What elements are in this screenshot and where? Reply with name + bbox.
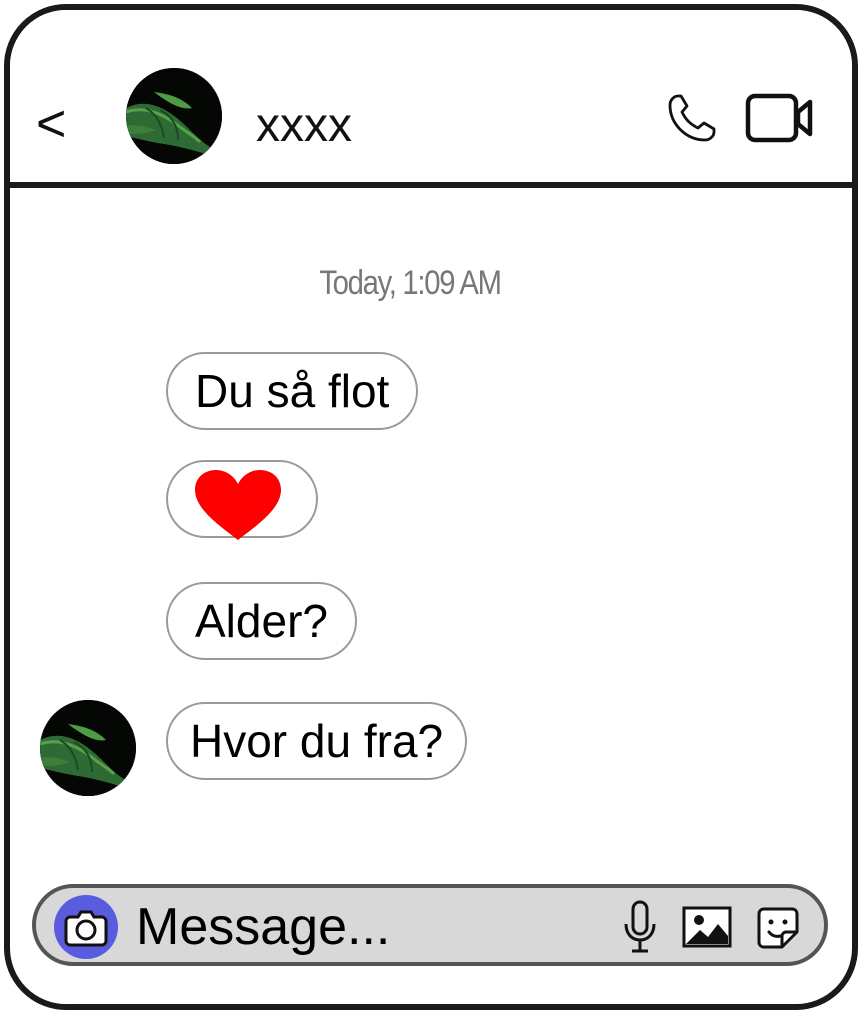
red-heart-icon — [195, 470, 281, 540]
sticker-icon[interactable] — [756, 906, 800, 950]
sender-avatar[interactable] — [40, 700, 136, 796]
microphone-icon[interactable] — [622, 900, 658, 954]
message-bubble[interactable]: Hvor du fra? — [166, 702, 468, 780]
back-button[interactable]: < — [36, 94, 66, 154]
message-timestamp: Today, 1:09 AM — [319, 264, 502, 302]
gallery-icon[interactable] — [682, 906, 732, 948]
leaf-photo — [126, 68, 222, 164]
message-bubble[interactable]: Alder? — [166, 582, 357, 660]
phone-icon[interactable] — [664, 90, 720, 146]
video-camera-icon[interactable] — [744, 90, 816, 146]
message-input[interactable] — [136, 894, 596, 960]
phone-frame: < xxxx Today, 1:09 AM Du så flot Alder? … — [4, 4, 858, 1010]
message-composer — [32, 884, 828, 966]
message-bubble-heart[interactable] — [166, 460, 318, 540]
message-bubble[interactable]: Du så flot — [166, 352, 419, 430]
contact-avatar[interactable] — [126, 68, 222, 164]
chat-header: < xxxx — [10, 10, 852, 188]
leaf-photo — [40, 700, 136, 796]
contact-name[interactable]: xxxx — [256, 98, 352, 154]
camera-icon — [64, 910, 108, 947]
camera-button[interactable] — [54, 895, 118, 959]
